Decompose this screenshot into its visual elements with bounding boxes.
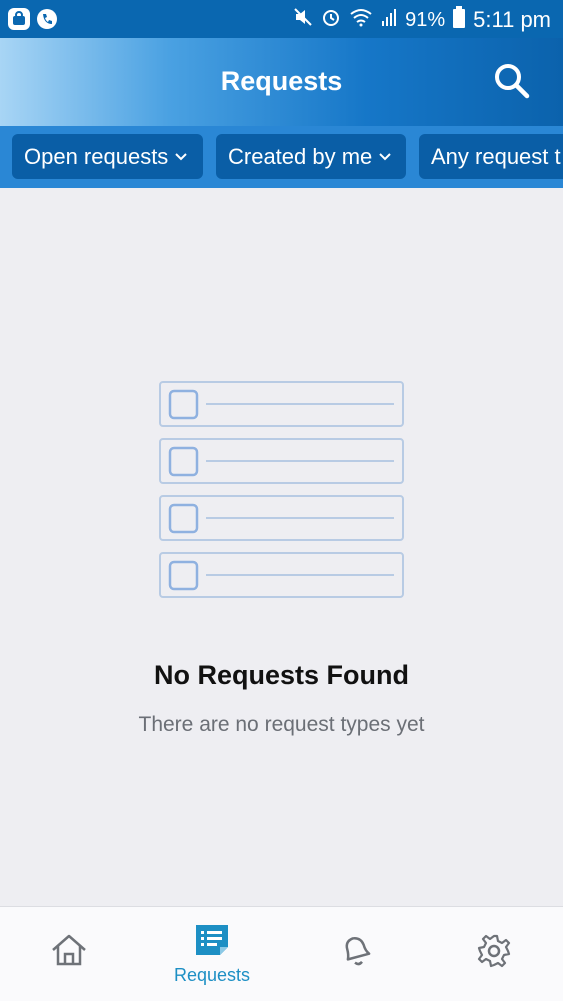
- battery-icon: [453, 6, 466, 34]
- app-badge-icon: [8, 8, 30, 30]
- filter-bar: Open requests Created by me Any request …: [0, 126, 563, 188]
- bottom-navigation: Requests: [0, 906, 563, 1001]
- filter-request-type[interactable]: Any request t: [419, 134, 563, 179]
- chevron-down-icon: [379, 152, 392, 160]
- filter-open-requests[interactable]: Open requests: [12, 134, 203, 179]
- nav-label-requests: Requests: [173, 965, 251, 985]
- gear-icon: [477, 934, 511, 968]
- filter-label: Created by me: [228, 143, 373, 169]
- search-button[interactable]: [493, 62, 531, 100]
- wifi-icon: [349, 7, 373, 33]
- signal-icon: [381, 7, 397, 33]
- chevron-down-icon: [175, 152, 188, 160]
- mute-icon: [293, 7, 313, 33]
- empty-list-illustration: [159, 381, 404, 598]
- bell-icon: [345, 937, 371, 966]
- filter-label: Any request t: [431, 143, 561, 169]
- filter-created-by-me[interactable]: Created by me: [216, 134, 406, 179]
- clock: 5:11 pm: [473, 7, 551, 32]
- search-icon: [495, 64, 530, 99]
- empty-state-title: No Requests Found: [154, 660, 409, 690]
- nav-home[interactable]: [14, 907, 124, 1001]
- page-title: Requests: [220, 66, 343, 96]
- battery-level: 91%: [405, 8, 446, 31]
- requests-icon: [196, 925, 228, 955]
- nav-settings[interactable]: [439, 907, 549, 1001]
- status-bar: 91% 5:11 pm: [0, 0, 563, 38]
- phone-icon: [36, 8, 58, 35]
- alarm-icon: [321, 7, 341, 33]
- nav-notifications[interactable]: [301, 907, 411, 1001]
- nav-requests[interactable]: Requests: [157, 907, 267, 1001]
- filter-label: Open requests: [24, 143, 169, 169]
- app-header: Requests: [0, 38, 563, 126]
- empty-state-subtitle: There are no request types yet: [138, 713, 425, 736]
- home-icon: [52, 934, 86, 966]
